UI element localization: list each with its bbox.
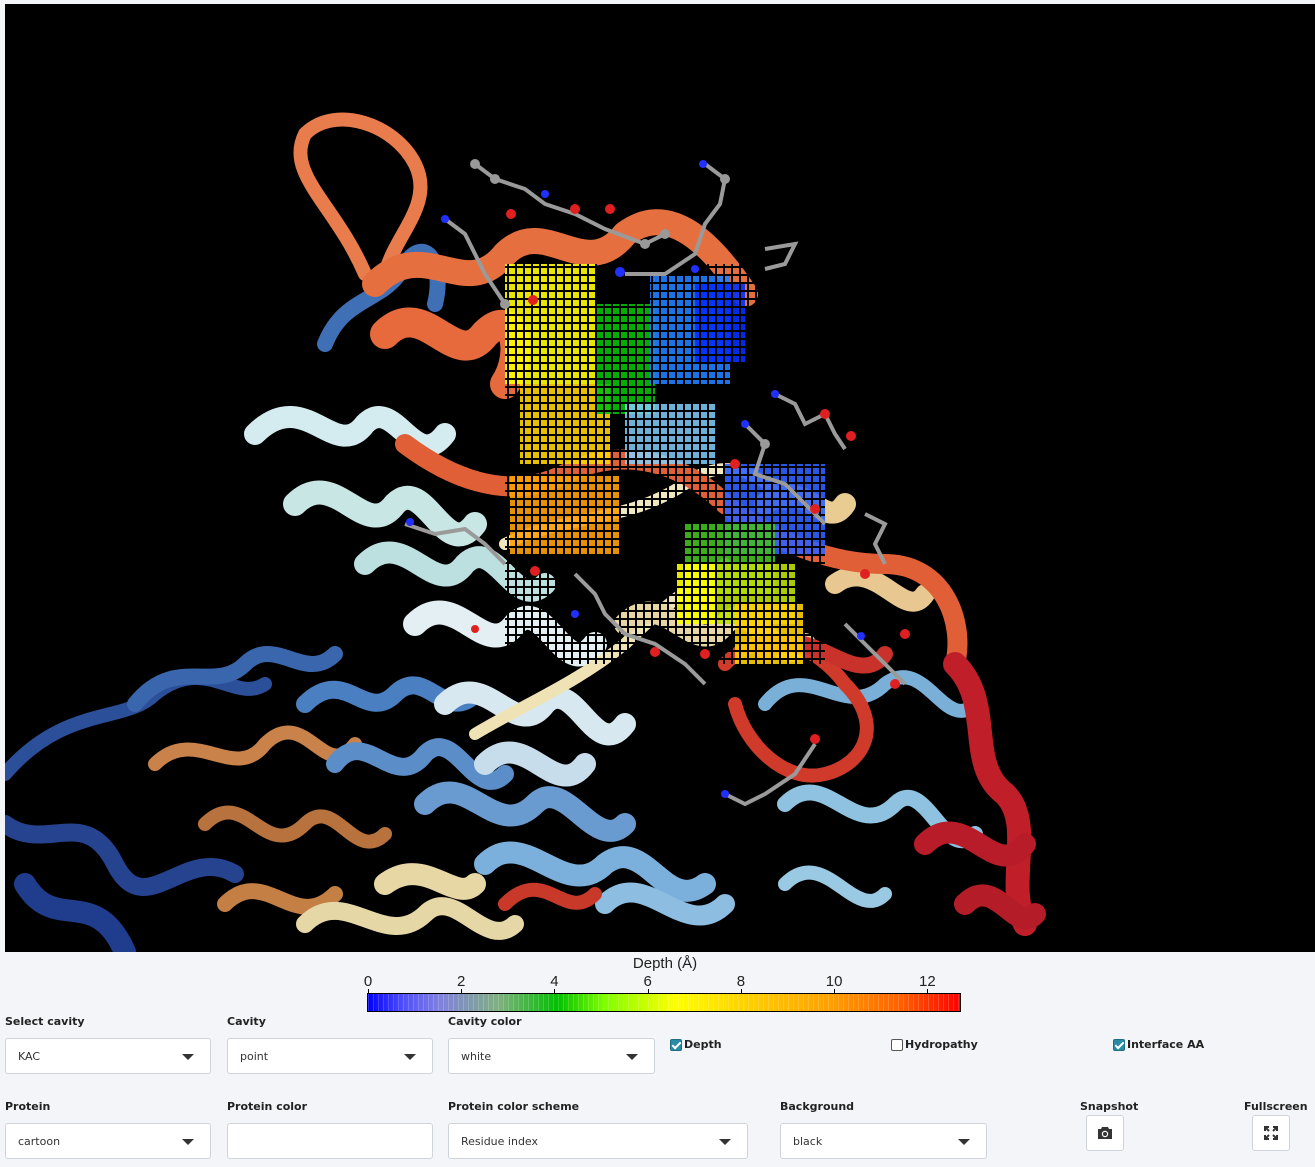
colorbar-tick-label: 8 [736, 973, 746, 990]
fullscreen-button[interactable] [1252, 1115, 1290, 1151]
background-dropdown[interactable]: black [780, 1123, 987, 1159]
snapshot-button[interactable] [1086, 1115, 1124, 1151]
colorbar-tick-label: 0 [363, 973, 373, 990]
depth-checkbox-label: Depth [684, 1038, 722, 1051]
colorbar-tick-label: 6 [643, 973, 652, 990]
hydropathy-checkbox-box[interactable] [891, 1038, 903, 1051]
camera-icon [1098, 1127, 1112, 1139]
protein-structure-render [5, 112, 1046, 952]
protein-color-scheme-dropdown[interactable]: Residue index [448, 1123, 748, 1159]
interface-aa-checkbox[interactable]: Interface AA [1113, 1038, 1204, 1051]
chevron-down-icon [404, 1054, 416, 1060]
interface-aa-checkbox-box[interactable] [1113, 1038, 1125, 1051]
protein-color-scheme-label: Protein color scheme [448, 1100, 580, 1113]
protein-label: Protein [5, 1100, 51, 1113]
background-value: black [793, 1135, 823, 1148]
molecular-viewer-canvas[interactable] [5, 4, 1315, 952]
select-cavity-label: Select cavity [5, 1015, 85, 1028]
protein-value: cartoon [18, 1135, 61, 1148]
select-cavity-dropdown[interactable]: KAC [5, 1038, 211, 1074]
colorbar-tick-label: 12 [919, 973, 936, 990]
chevron-down-icon [719, 1139, 731, 1145]
depth-colorbar-legend: Depth (Å) 0 2 4 6 8 10 12 [360, 952, 970, 1014]
select-cavity-value: KAC [18, 1050, 41, 1063]
protein-color-label: Protein color [227, 1100, 308, 1113]
colorbar-tick-label: 4 [550, 973, 559, 990]
interface-aa-checkbox-label: Interface AA [1127, 1038, 1205, 1051]
chevron-down-icon [182, 1054, 194, 1060]
protein-color-input[interactable] [227, 1123, 433, 1159]
cavity-color-value: white [461, 1050, 492, 1063]
cavity-value: point [240, 1050, 269, 1063]
hydropathy-checkbox[interactable]: Hydropathy [891, 1038, 978, 1051]
legend-title: Depth (Å) [632, 955, 698, 972]
chevron-down-icon [182, 1139, 194, 1145]
depth-checkbox-box[interactable] [670, 1038, 682, 1051]
cavity-label: Cavity [227, 1015, 266, 1028]
chevron-down-icon [958, 1139, 970, 1145]
cavity-color-dropdown[interactable]: white [448, 1038, 655, 1074]
fullscreen-icon [1264, 1126, 1278, 1140]
snapshot-label: Snapshot [1080, 1100, 1139, 1113]
chevron-down-icon [626, 1054, 638, 1060]
colorbar-tick-label: 10 [825, 973, 843, 990]
cavity-dropdown[interactable]: point [227, 1038, 433, 1074]
depth-checkbox[interactable]: Depth [670, 1038, 722, 1051]
background-label: Background [780, 1100, 855, 1113]
colorbar-tick-label: 2 [457, 973, 466, 990]
protein-dropdown[interactable]: cartoon [5, 1123, 211, 1159]
cavity-color-label: Cavity color [448, 1015, 522, 1028]
hydropathy-checkbox-label: Hydropathy [905, 1038, 978, 1051]
fullscreen-label: Fullscreen [1244, 1100, 1308, 1113]
depth-colorbar [367, 993, 961, 1012]
protein-color-scheme-value: Residue index [461, 1135, 539, 1148]
